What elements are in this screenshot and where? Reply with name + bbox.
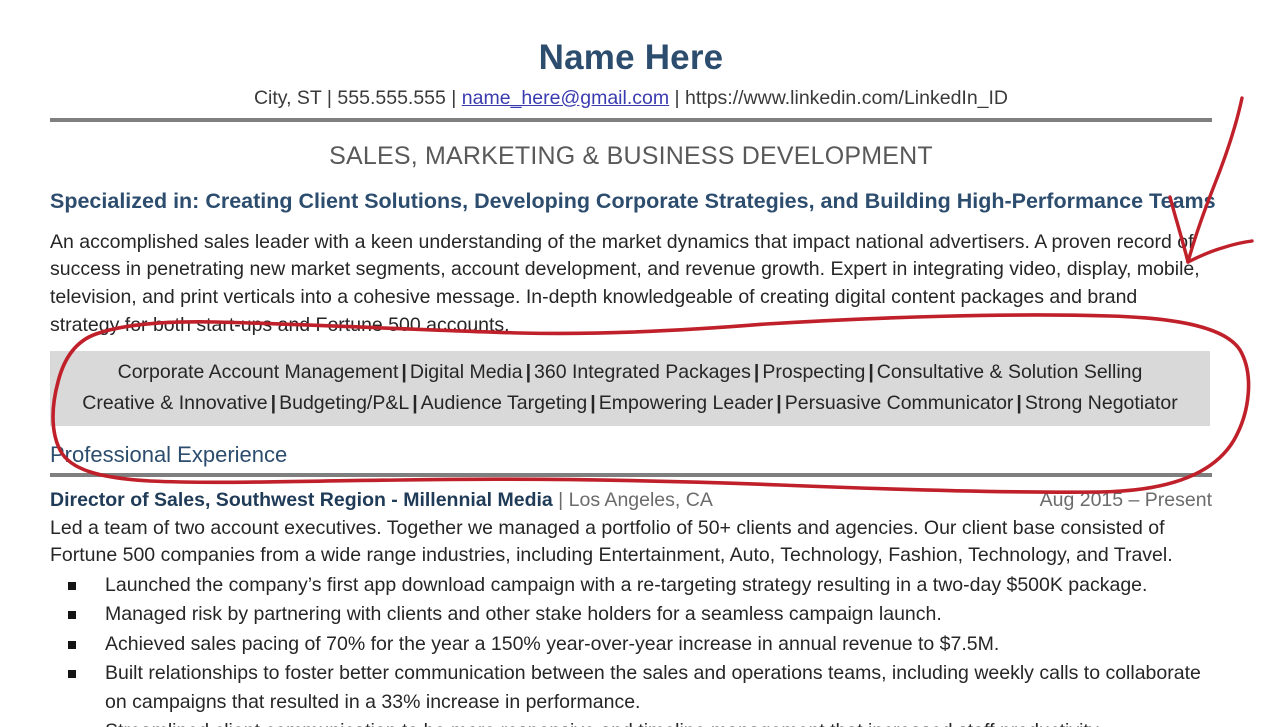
skill-divider: | [1016,392,1022,415]
skill-item: Empowering Leader [598,392,774,415]
skill-divider: | [401,361,407,384]
job-bullet-text: Streamlined client communication to be m… [105,720,1103,727]
skill-divider: | [868,361,874,384]
job-bullet-item: Achieved sales pacing of 70% for the yea… [50,630,1212,659]
skill-item: Audience Targeting [420,392,588,415]
resume-subheadline: Specialized in: Creating Client Solution… [50,189,1216,214]
job-title: Director of Sales, Southwest Region - Mi… [50,489,553,512]
contact-email-link[interactable]: name_here@gmail.com [462,87,669,109]
job-bullet-item: Managed risk by partnering with clients … [50,600,1212,629]
skill-divider: | [270,392,277,415]
resume-headline: SALES, MARKETING & BUSINESS DEVELOPMENT [329,142,933,171]
professional-summary: An accomplished sales leader with a keen… [50,230,1200,336]
section-title-professional-experience: Professional Experience [50,442,288,468]
skills-row-1: Corporate Account Management | Digital Med… [50,357,1210,388]
job-bullet-item: Streamlined client communication to be m… [50,717,1212,727]
contact-line: City, ST | 555.555.555 | name_here@gmail… [50,75,1212,110]
skill-divider: | [776,392,782,415]
skill-item: Creative & Innovative [82,392,268,415]
skill-divider: | [753,361,760,384]
skill-item: Consultative & Solution Selling [876,361,1143,384]
skill-item: Corporate Account Management [117,361,399,384]
skills-row-2: Creative & Innovative | Budgeting/P&L | Audi… [50,388,1210,419]
contact-separator-2: | [451,87,457,109]
contact-phone: 555.555.555 [337,87,446,109]
square-bullet-icon [68,640,76,649]
skill-divider: | [590,392,596,415]
contact-location: City, ST [253,87,322,109]
contact-linkedin: https://www.linkedin.com/LinkedIn_ID [685,87,1009,109]
square-bullet-icon [68,611,76,620]
skill-item: Prospecting [762,361,866,384]
core-competencies-band: Corporate Account Management | Digital Med… [50,351,1210,427]
resume-document: Name Here City, ST | 555.555.555 | name_… [0,0,1262,727]
job-bullet-text: Launched the company’s first app downloa… [105,573,1148,596]
job-location: | Los Angeles, CA [558,489,713,512]
contact-separator-3: | [674,87,680,109]
skill-divider: | [412,392,418,415]
skill-item: Strong Negotiator [1024,392,1178,415]
square-bullet-icon [68,581,76,590]
skill-item: Budgeting/P&L [279,392,410,415]
resume-page: Name Here City, ST | 555.555.555 | name_… [0,0,1262,727]
job-bullet-item: Built relationships to foster better com… [50,659,1212,716]
square-bullet-icon [68,670,76,679]
job-bullet-text: Managed risk by partnering with clients … [105,603,942,626]
skill-item: 360 Integrated Packages [534,361,751,384]
job-header-line: Director of Sales, Southwest Region - Mi… [50,477,1212,512]
job-description: Led a team of two account executives. To… [50,516,1173,567]
skill-item: Digital Media [409,361,523,384]
job-dates: Aug 2015 – Present [1039,489,1212,512]
skill-divider: | [525,361,532,384]
job-bullet-list: Launched the company’s first app downloa… [50,571,1212,727]
job-bullet-item: Launched the company’s first app downloa… [50,571,1212,600]
contact-separator-1: | [326,87,332,109]
candidate-name: Name Here [538,38,724,77]
job-bullet-text: Built relationships to foster better com… [105,662,1201,713]
skill-item: Persuasive Communicator [784,392,1014,415]
job-bullet-text: Achieved sales pacing of 70% for the yea… [105,632,1000,655]
